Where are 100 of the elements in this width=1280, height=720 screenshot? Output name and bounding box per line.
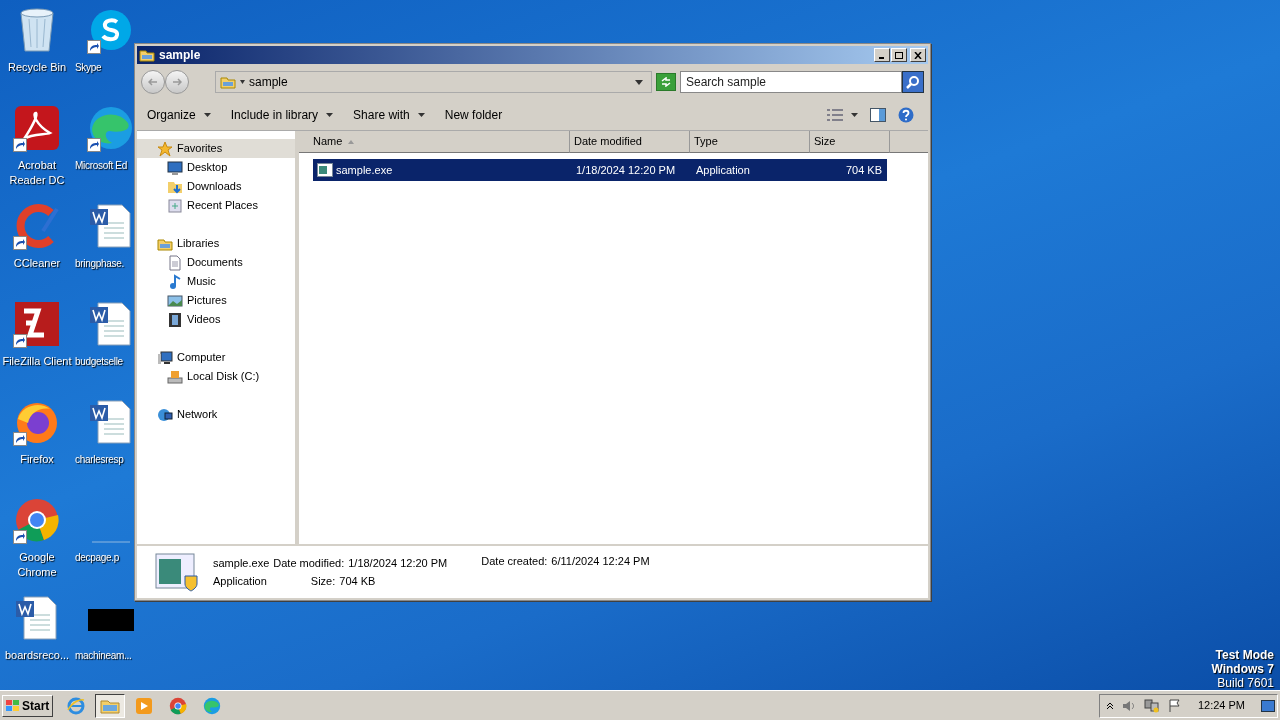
music-note-icon	[167, 273, 183, 290]
system-notice-text: Windows 7	[1211, 662, 1274, 676]
left-arrow-icon	[148, 78, 158, 86]
list-view-icon	[827, 109, 843, 121]
address-text: sample	[249, 74, 288, 91]
nav-item[interactable]: Desktop	[137, 158, 295, 177]
nav-item[interactable]: Local Disk (C:)	[137, 367, 295, 386]
flag-icon	[1167, 698, 1182, 713]
nav-item[interactable]: Recent Places	[137, 196, 295, 215]
film-icon	[167, 311, 183, 328]
minimize-button[interactable]	[874, 48, 890, 62]
caret-icon	[326, 113, 334, 117]
start-button[interactable]: Start	[2, 694, 54, 717]
close-icon	[914, 51, 922, 59]
toolbar-button[interactable]: Include in library	[230, 104, 334, 126]
detail-label: Date created:	[481, 554, 548, 569]
maximize-icon	[895, 51, 903, 59]
chrome-icon	[169, 696, 188, 715]
icon-label: Skype	[75, 61, 102, 75]
network-icon	[1143, 698, 1160, 713]
application-icon	[317, 163, 333, 177]
window-title: sample	[159, 47, 201, 64]
computer-icon	[157, 349, 173, 366]
shortcut-arrow-icon	[87, 138, 101, 152]
icon-label: Microsoft Ed	[75, 159, 127, 173]
nav-item[interactable]: Pictures	[137, 291, 295, 310]
nav-item[interactable]: Favorites	[137, 139, 295, 158]
column-header[interactable]: Type	[690, 131, 810, 153]
preview-pane-button[interactable]	[870, 108, 886, 122]
help-button[interactable]	[898, 107, 914, 123]
column-header[interactable]: Name	[299, 131, 570, 153]
disk-drive-icon	[167, 368, 183, 385]
icon-label: charlesresp	[75, 453, 124, 467]
search-field[interactable]: Search sample	[680, 71, 902, 93]
desktop-shortcut[interactable]	[13, 300, 61, 348]
windows-logo-icon	[6, 699, 20, 712]
icon-label: machineam...	[75, 649, 132, 663]
star-icon	[157, 140, 173, 157]
toolbar-button[interactable]: Organize	[147, 104, 211, 126]
application-icon	[155, 552, 199, 592]
nav-item[interactable]: Libraries	[137, 234, 295, 253]
shortcut-arrow-icon	[13, 236, 27, 250]
library-icon	[139, 47, 155, 63]
line-icon	[92, 541, 130, 543]
nav-item[interactable]: Network	[137, 405, 295, 424]
chevron-icon	[240, 80, 245, 84]
desktop-shortcut[interactable]	[13, 104, 61, 152]
icon-label: Google Chrome	[16, 550, 58, 580]
nav-item[interactable]: Computer	[137, 348, 295, 367]
dropdown-icon	[635, 79, 643, 85]
refresh-button[interactable]	[656, 73, 676, 91]
detail-value: 1/18/2024 12:20 PM	[348, 556, 448, 571]
nav-item[interactable]: Music	[137, 272, 295, 291]
refresh-icon	[660, 77, 672, 87]
view-button[interactable]	[827, 109, 858, 121]
nav-item[interactable]: Videos	[137, 310, 295, 329]
caret-icon	[417, 113, 425, 117]
nav-item[interactable]: Documents	[137, 253, 295, 272]
desktop-shortcut[interactable]	[87, 104, 135, 152]
search-icon	[906, 75, 920, 89]
shortcut-arrow-icon	[13, 530, 27, 544]
close-button[interactable]	[910, 48, 926, 62]
icon-label: Recycle Bin	[6, 60, 68, 75]
internet-explorer-icon	[67, 696, 86, 715]
address-bar[interactable]: sample	[215, 71, 652, 93]
file-row[interactable]: sample.exe 1/18/2024 12:20 PM Application 704 KB	[313, 159, 887, 181]
desktop-shortcut[interactable]	[13, 496, 61, 544]
file-name: sample.exe	[336, 162, 393, 178]
detail-file-name: sample.exe	[213, 556, 270, 571]
shortcut-arrow-icon	[87, 40, 101, 54]
toolbar-button[interactable]: Share with	[353, 104, 425, 126]
speaker-icon	[1121, 698, 1136, 713]
picture-icon	[167, 292, 183, 309]
sort-arrow-icon	[348, 139, 355, 144]
icon-label: FileZilla Client	[1, 354, 73, 369]
desktop-shortcut[interactable]	[13, 202, 61, 250]
system-notice-text: Test Mode	[1215, 648, 1274, 662]
detail-label: Date modified:	[273, 556, 345, 571]
globe-icon	[157, 406, 173, 423]
column-header[interactable]: Size	[810, 131, 890, 153]
detail-file-type: Application	[213, 574, 268, 589]
acrobat-icon	[14, 105, 60, 151]
word-document-icon	[88, 399, 134, 445]
nav-item[interactable]: Downloads	[137, 177, 295, 196]
icon-label: boardsreco...	[3, 648, 71, 663]
library-icon	[220, 74, 236, 90]
maximize-button[interactable]	[891, 48, 907, 62]
taskbar-app[interactable]	[95, 693, 126, 718]
detail-value: 704 KB	[339, 574, 377, 589]
search-input[interactable]: Search sample	[686, 73, 901, 91]
icon-label: Firefox	[19, 452, 55, 467]
shortcut-arrow-icon	[13, 432, 27, 446]
caret-icon	[851, 113, 858, 117]
detail-label: Size:	[310, 574, 336, 589]
column-header[interactable]: Date modified	[570, 131, 690, 153]
chrome-icon	[14, 497, 60, 543]
recent-places-icon	[167, 197, 183, 214]
show-desktop-icon	[1261, 699, 1275, 712]
toolbar-button[interactable]: New folder	[444, 104, 503, 126]
search-button[interactable]	[902, 71, 924, 93]
